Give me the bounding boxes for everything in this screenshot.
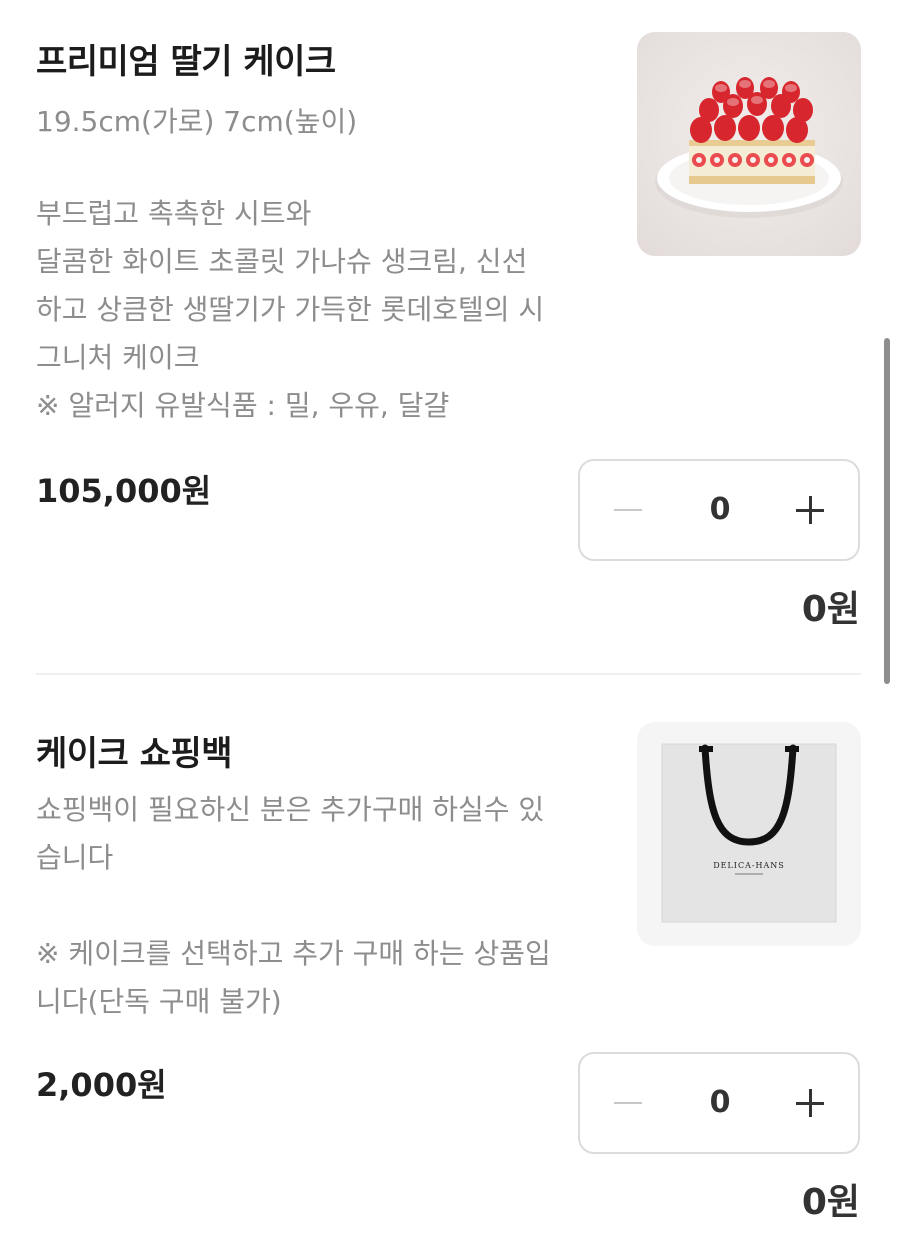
description-line: 습니다 (36, 841, 114, 874)
bag-brand-logo: DELICA-HANS (713, 861, 785, 870)
increase-button[interactable] (780, 1054, 840, 1152)
description-line: 쇼핑백이 필요하신 분은 추가구매 하실수 있 (36, 793, 545, 826)
quantity-stepper: 0 (578, 1052, 860, 1154)
product-image-shopping-bag[interactable]: DELICA-HANS (637, 722, 861, 946)
decrease-button[interactable] (598, 461, 658, 559)
product-image-strawberry-cake[interactable] (637, 32, 861, 256)
section-divider (36, 673, 861, 675)
product-size: 19.5cm(가로) 7cm(높이) (36, 105, 358, 138)
strawberry-cake-photo (637, 32, 861, 256)
product-description: 부드럽고 촉촉한 시트와 달콤한 화이트 초콜릿 가나슈 생크림, 신선 하고 … (36, 190, 616, 430)
allergy-notice: ※ 알러지 유발식품 : 밀, 우유, 달걀 (36, 389, 450, 422)
product-card-shopping-bag: 케이크 쇼핑백 쇼핑백이 필요하신 분은 추가구매 하실수 있 습니다 ※ 케이… (0, 676, 897, 1259)
scrollbar[interactable] (884, 338, 890, 684)
quantity-stepper: 0 (578, 459, 860, 561)
product-title: 케이크 쇼핑백 (36, 734, 233, 774)
purchase-notice: ※ 케이크를 선택하고 추가 구매 하는 상품입 (36, 937, 551, 970)
increase-button[interactable] (780, 461, 840, 559)
description-line: 부드럽고 촉촉한 시트와 (36, 197, 312, 230)
line-total: 0원 (801, 589, 860, 630)
product-price: 2,000원 (36, 1066, 167, 1104)
product-card-strawberry-cake: 프리미엄 딸기 케이크 19.5cm(가로) 7cm(높이) 부드럽고 촉촉한 … (0, 0, 897, 674)
minus-icon (614, 509, 642, 511)
line-total: 0원 (801, 1182, 860, 1223)
quantity-value: 0 (709, 1085, 731, 1120)
description-line: 달콤한 화이트 초콜릿 가나슈 생크림, 신선 (36, 245, 528, 278)
description-line: 그니처 케이크 (36, 341, 200, 374)
minus-icon (614, 1102, 642, 1104)
description-line: 하고 상큼한 생딸기가 가득한 롯데호텔의 시 (36, 293, 545, 326)
decrease-button[interactable] (598, 1054, 658, 1152)
shopping-bag-photo: DELICA-HANS (637, 722, 861, 946)
product-price: 105,000원 (36, 472, 212, 510)
purchase-notice: 니다(단독 구매 불가) (36, 985, 282, 1018)
quantity-value: 0 (709, 492, 731, 527)
product-title: 프리미엄 딸기 케이크 (36, 42, 336, 82)
product-description: 쇼핑백이 필요하신 분은 추가구매 하실수 있 습니다 ※ 케이크를 선택하고 … (36, 786, 616, 1026)
